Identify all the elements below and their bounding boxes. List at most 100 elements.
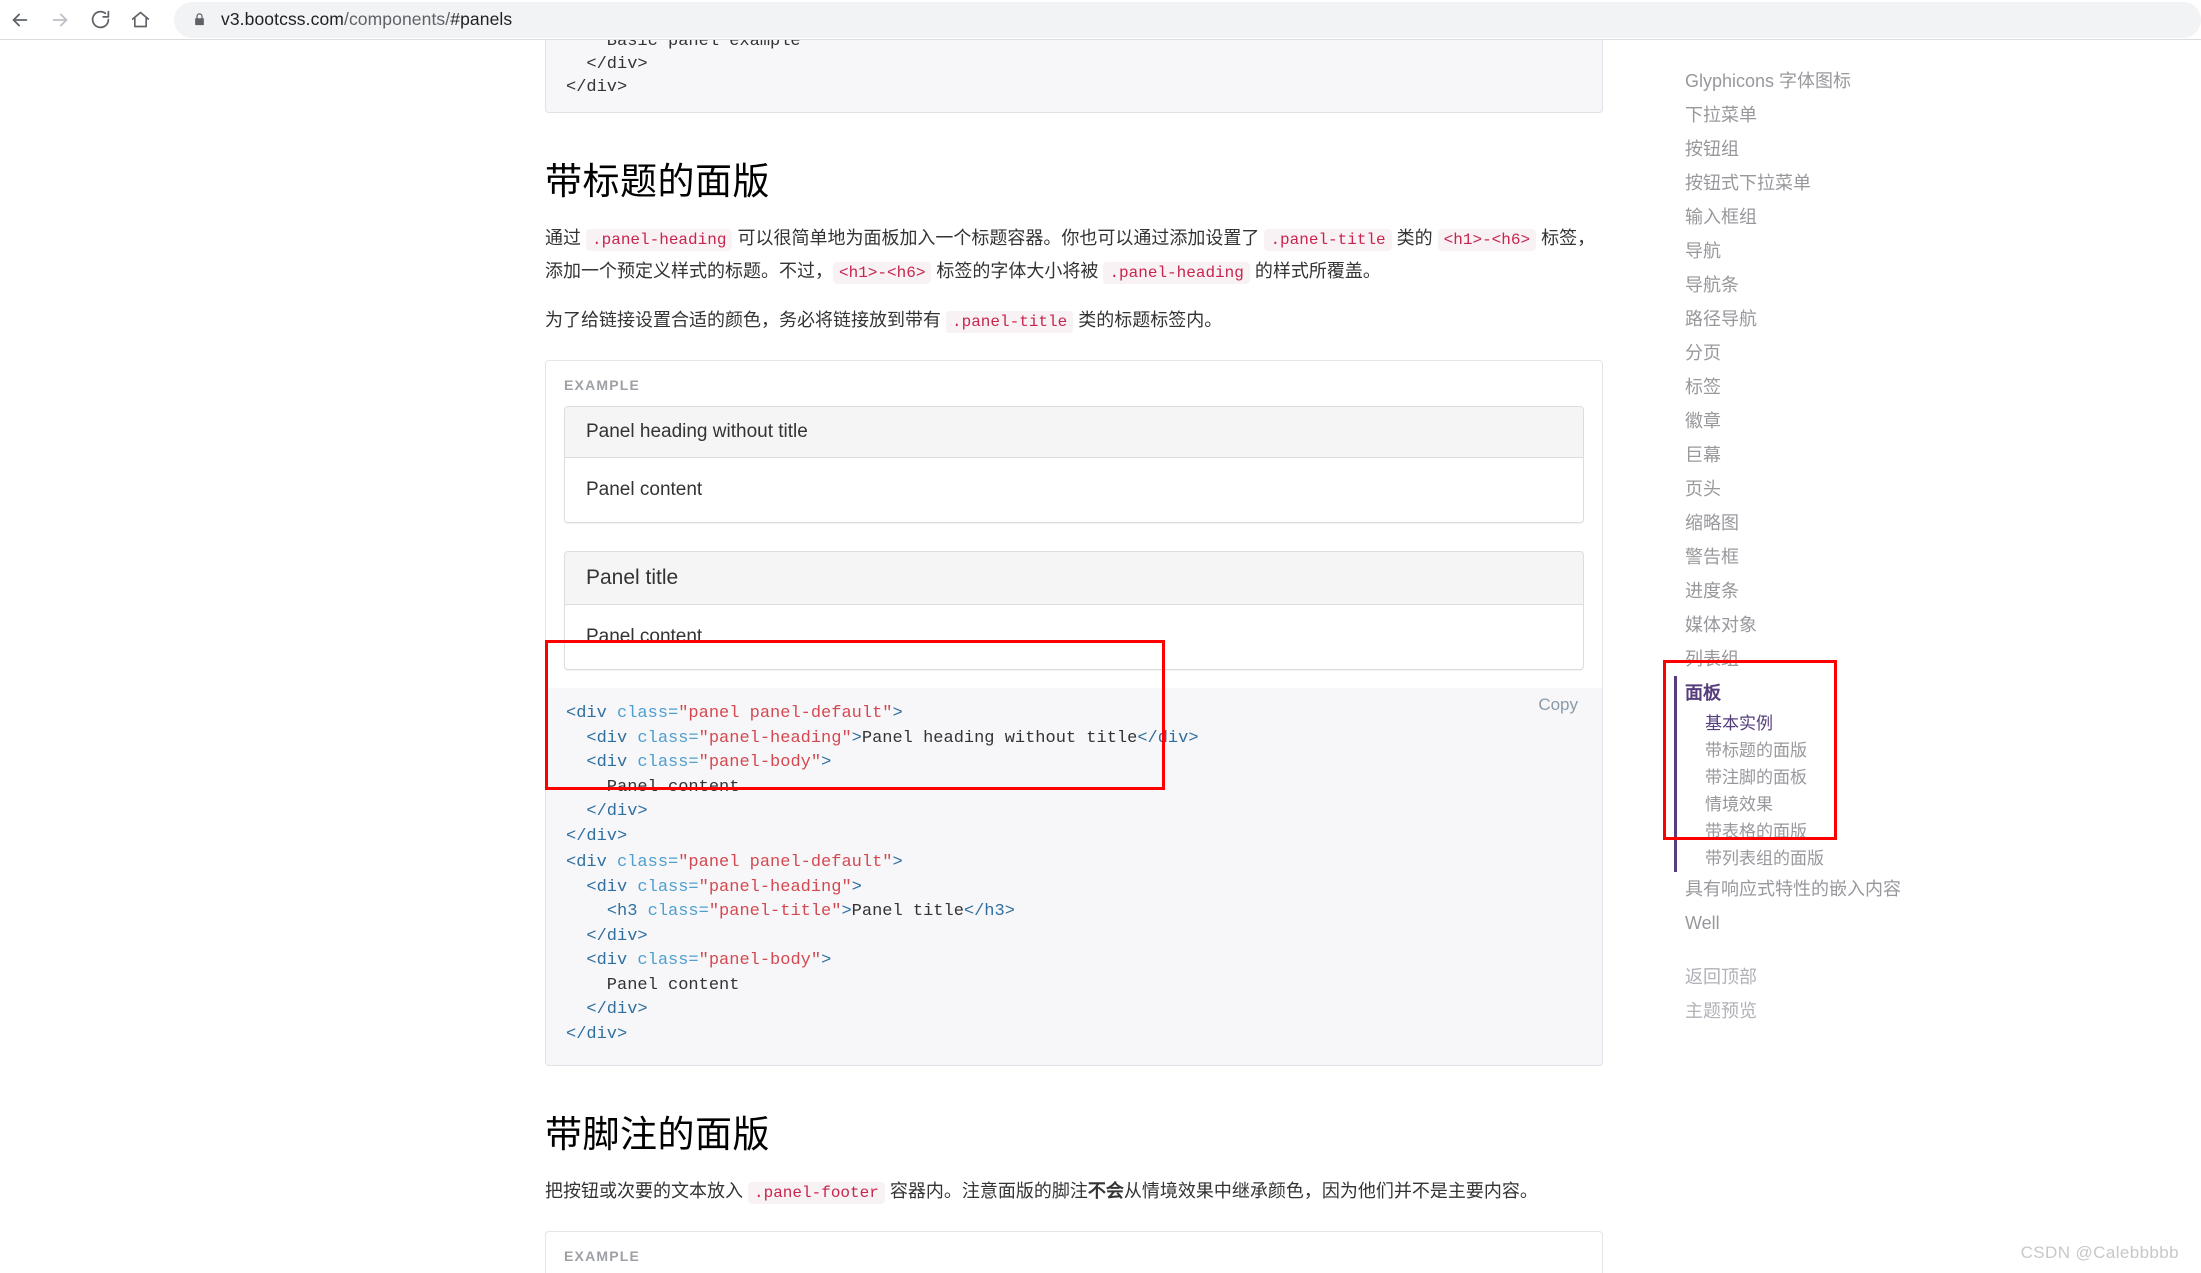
emphasis-text: 不会 bbox=[1087, 1181, 1124, 1201]
section1-paragraph-2: 为了给链接设置合适的颜色，务必将链接放到带有 .panel-title 类的标题… bbox=[545, 310, 1223, 333]
sidebar-item[interactable]: 下拉菜单 bbox=[1685, 98, 2105, 132]
sidebar-item[interactable]: 巨幕 bbox=[1685, 438, 2105, 472]
panel-title: Panel title bbox=[586, 566, 679, 589]
section1-paragraph-1: 通过 .panel-heading 可以很简单地为面板加入一个标题容器。你也可以… bbox=[545, 228, 1596, 284]
code-token: > bbox=[841, 902, 852, 921]
reload-button[interactable] bbox=[80, 0, 120, 40]
example-container-section2: Panel content Panel footer bbox=[545, 1231, 1603, 1273]
code-token: Panel content bbox=[566, 975, 740, 995]
section-title-panel-with-footer: 带脚注的面版 bbox=[545, 1114, 770, 1155]
home-button[interactable] bbox=[120, 0, 160, 40]
watermark: CSDN @Calebbbbb bbox=[2020, 1243, 2179, 1262]
code-token: > bbox=[892, 853, 903, 872]
sidebar-item[interactable]: 徽章 bbox=[1685, 404, 2105, 438]
code-token: class= bbox=[617, 704, 679, 723]
sidebar-item[interactable]: 导航条 bbox=[1685, 268, 2105, 302]
code-token: class= bbox=[617, 853, 679, 872]
lock-icon bbox=[192, 11, 207, 28]
sidebar-footer-links: 返回顶部 主题预览 bbox=[1685, 960, 2105, 1028]
code-token: "panel-heading" bbox=[698, 728, 852, 748]
sidebar-item[interactable]: 进度条 bbox=[1685, 574, 2105, 608]
panel-without-title: Panel heading without title Panel conten… bbox=[564, 406, 1584, 523]
code-token: Panel heading without title bbox=[861, 728, 1138, 748]
code-token: </div> bbox=[586, 1000, 648, 1019]
code-token: <div bbox=[586, 951, 638, 970]
section2-paragraph: 把按钮或次要的文本放入 .panel-footer 容器内。注意面版的脚注不会从… bbox=[545, 1181, 1538, 1204]
sidebar-subitem[interactable]: 带标题的面版 bbox=[1685, 737, 2105, 764]
code-token: > bbox=[821, 951, 832, 970]
code-token: <div bbox=[566, 853, 618, 872]
sidebar-item[interactable]: 页头 bbox=[1685, 472, 2105, 506]
sidebar-item[interactable]: 按钮式下拉菜单 bbox=[1685, 166, 2105, 200]
sidebar-group-panels: 面板 基本实例 带标题的面版 带注脚的面板 情境效果 带表格的面版 带列表组的面版 bbox=[1674, 676, 2105, 872]
code-token: "panel-body" bbox=[698, 951, 822, 970]
code-snippet-panel-no-title: <div class="panel panel-default"> <div c… bbox=[566, 702, 1582, 849]
sidebar-footer-link[interactable]: 主题预览 bbox=[1685, 994, 2105, 1028]
sidebar-subitem[interactable]: 基本实例 bbox=[1685, 710, 2105, 737]
sidebar-item[interactable]: 具有响应式特性的嵌入内容 bbox=[1685, 872, 2105, 906]
main-content: Basic panel example </div> </div> 带标题的面版… bbox=[545, 40, 1603, 1273]
sidebar-item[interactable]: Well bbox=[1685, 906, 2105, 940]
code-token: "panel panel-default" bbox=[678, 853, 893, 872]
code-token: > bbox=[851, 728, 862, 748]
code-block-partial-top: Basic panel example </div> </div> bbox=[545, 40, 1603, 113]
code-token: > bbox=[851, 877, 862, 897]
code-token: <div bbox=[566, 704, 618, 723]
inline-code-h1-h6: <h1>-<h6> bbox=[1437, 229, 1537, 251]
sidebar-item[interactable]: 路径导航 bbox=[1685, 302, 2105, 336]
sidebar-item[interactable]: 标签 bbox=[1685, 370, 2105, 404]
code-token: Panel title bbox=[851, 902, 964, 921]
sidebar-subitem[interactable]: 带注脚的面板 bbox=[1685, 764, 2105, 791]
sidebar-item[interactable]: 导航 bbox=[1685, 234, 2105, 268]
panel-heading-with-title: Panel title bbox=[565, 552, 1583, 605]
sidebar-subitem[interactable]: 情境效果 bbox=[1685, 791, 2105, 818]
sidebar-item[interactable]: 按钮组 bbox=[1685, 132, 2105, 166]
code-token: "panel-title" bbox=[708, 902, 842, 921]
code-token: > bbox=[821, 753, 832, 772]
sidebar-item[interactable]: 分页 bbox=[1685, 336, 2105, 370]
code-token: <div bbox=[586, 753, 638, 772]
panel-heading: Panel heading without title bbox=[565, 407, 1583, 458]
sidebar-item[interactable]: 媒体对象 bbox=[1685, 608, 2105, 642]
browser-toolbar: v3.bootcss.com/components/#panels bbox=[0, 0, 2201, 40]
sidebar-item-list-after: 具有响应式特性的嵌入内容 Well bbox=[1685, 872, 2105, 940]
sidebar-subitem[interactable]: 带表格的面版 bbox=[1685, 818, 2105, 845]
example-container-section1: Panel heading without title Panel conten… bbox=[545, 360, 1603, 688]
sidebar-subitem[interactable]: 带列表组的面版 bbox=[1685, 845, 2105, 872]
sidebar-item[interactable]: 输入框组 bbox=[1685, 200, 2105, 234]
inline-code-panel-footer: .panel-footer bbox=[748, 1182, 885, 1204]
code-token: </div> bbox=[586, 802, 648, 821]
code-token: class= bbox=[637, 877, 699, 897]
code-token: <h3 bbox=[606, 902, 648, 921]
code-token: "panel panel-default" bbox=[678, 704, 893, 723]
back-button[interactable] bbox=[0, 0, 40, 40]
sidebar-item-list: Glyphicons 字体图标 下拉菜单 按钮组 按钮式下拉菜单 输入框组 导航 导航条 路径… bbox=[1685, 64, 2105, 676]
right-sidebar-nav: Glyphicons 字体图标 下拉菜单 按钮组 按钮式下拉菜单 输入框组 导航 导航条 路径… bbox=[1674, 64, 2105, 1028]
sidebar-footer-link[interactable]: 返回顶部 bbox=[1685, 960, 2105, 994]
forward-button[interactable] bbox=[40, 0, 80, 40]
code-token: <div bbox=[586, 728, 638, 748]
panel-body: Panel content bbox=[586, 479, 703, 500]
code-token: </h3> bbox=[963, 902, 1015, 921]
section-title-panel-with-heading: 带标题的面版 bbox=[545, 161, 770, 202]
address-bar[interactable]: v3.bootcss.com/components/#panels bbox=[174, 1, 2201, 38]
sidebar-subitem-list: 基本实例 带标题的面版 带注脚的面板 情境效果 带表格的面版 带列表组的面版 bbox=[1685, 710, 2105, 872]
page-viewport: Basic panel example </div> </div> 带标题的面版… bbox=[0, 40, 2201, 1273]
sidebar-item-panels[interactable]: 面板 bbox=[1685, 676, 2105, 710]
code-token: > bbox=[892, 704, 903, 723]
code-token: </div> bbox=[586, 926, 648, 946]
code-token: </div> bbox=[566, 1024, 628, 1044]
sidebar-item[interactable]: 缩略图 bbox=[1685, 506, 2105, 540]
sidebar-item[interactable]: 警告框 bbox=[1685, 540, 2105, 574]
sidebar-item[interactable]: Glyphicons 字体图标 bbox=[1685, 64, 2105, 98]
code-token: class= bbox=[637, 753, 699, 772]
sidebar-item[interactable]: 列表组 bbox=[1685, 642, 2105, 676]
copy-button[interactable]: Copy bbox=[1532, 694, 1584, 716]
